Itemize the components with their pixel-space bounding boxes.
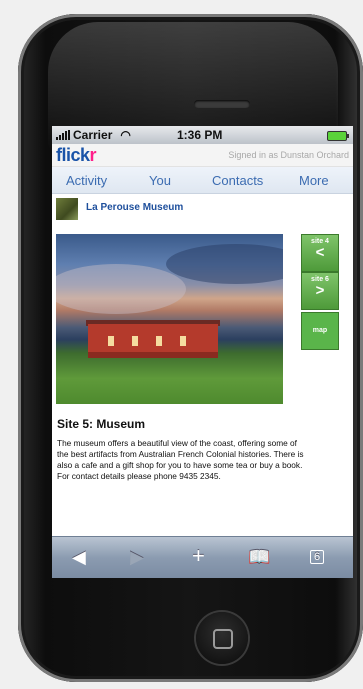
pages-icon[interactable]: 6 (310, 550, 325, 564)
avatar[interactable] (56, 198, 78, 220)
nav-contacts[interactable]: Contacts (212, 173, 263, 188)
signed-in-text: Signed in as Dunstan Orchard (228, 150, 349, 160)
nav-activity[interactable]: Activity (66, 173, 107, 188)
safari-toolbar: ◀ ▶ + 📖 6 (52, 536, 353, 578)
next-site-button[interactable]: site 6 > (301, 272, 339, 310)
nav-more[interactable]: More (299, 173, 329, 188)
plus-icon[interactable]: + (192, 543, 205, 569)
profile-row: La Perouse Museum (52, 194, 353, 224)
phone-screen: Carrier ◠ 1:36 PM flickr Signed in as Du… (52, 126, 353, 578)
status-bar: Carrier ◠ 1:36 PM (52, 126, 353, 144)
flickr-logo[interactable]: flickr (56, 145, 97, 166)
forward-icon[interactable]: ▶ (130, 547, 144, 568)
photo-cloud (56, 264, 186, 314)
nav-you[interactable]: You (149, 173, 171, 188)
battery-icon (327, 131, 349, 141)
map-button[interactable]: map (301, 312, 339, 350)
museum-building (88, 324, 218, 358)
chevron-right-icon: > (315, 282, 325, 299)
prev-site-button[interactable]: site 4 < (301, 234, 339, 272)
carrier-label: Carrier (73, 128, 113, 142)
bookmarks-icon[interactable]: 📖 (248, 547, 270, 568)
wifi-icon: ◠ (120, 128, 131, 142)
chevron-left-icon: < (315, 244, 325, 261)
back-icon[interactable]: ◀ (72, 547, 86, 568)
site-description: The museum offers a beautiful view of th… (57, 438, 304, 481)
home-square-icon (213, 629, 233, 649)
museum-photo[interactable] (56, 234, 283, 404)
clock: 1:36 PM (177, 128, 223, 142)
nav-bar: Activity You Contacts More (52, 167, 353, 194)
flickr-header: flickr Signed in as Dunstan Orchard (52, 144, 353, 167)
site-title: Site 5: Museum (57, 417, 146, 431)
home-button[interactable] (196, 612, 248, 664)
map-label: map (312, 327, 328, 334)
profile-name-link[interactable]: La Perouse Museum (86, 202, 183, 213)
signal-icon (56, 130, 70, 140)
photo-cloud-dark (166, 244, 283, 284)
speaker-grille (194, 100, 250, 108)
